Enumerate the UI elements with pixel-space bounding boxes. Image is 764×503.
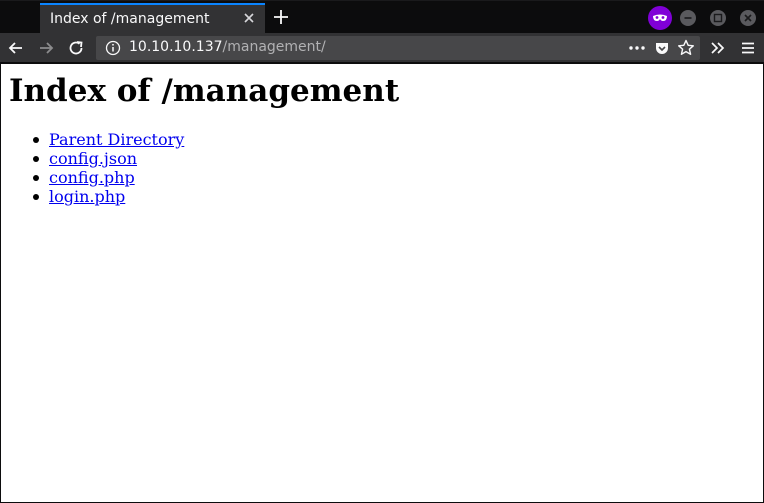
config-json-link[interactable]: config.json bbox=[49, 149, 137, 168]
tab-close-icon[interactable] bbox=[241, 10, 257, 26]
parent-directory-link[interactable]: Parent Directory bbox=[49, 130, 184, 149]
url-path: /management/ bbox=[222, 39, 326, 55]
bookmark-star-icon[interactable] bbox=[676, 38, 696, 58]
private-browsing-icon bbox=[648, 6, 672, 30]
maximize-window-button[interactable] bbox=[710, 10, 726, 26]
url-host: 10.10.10.137 bbox=[129, 39, 223, 55]
config-php-link[interactable]: config.php bbox=[49, 168, 135, 187]
tab-strip: Index of /management bbox=[0, 0, 764, 34]
page-heading: Index of /management bbox=[9, 73, 400, 109]
list-item: Parent Directory bbox=[32, 130, 184, 149]
list-item: config.php bbox=[32, 168, 184, 187]
new-tab-button[interactable] bbox=[270, 6, 292, 28]
url-bar[interactable]: 10.10.10.137/management/ bbox=[96, 36, 700, 60]
page-actions-icon[interactable] bbox=[626, 38, 648, 58]
info-icon[interactable] bbox=[104, 39, 122, 57]
active-tab[interactable]: Index of /management bbox=[40, 3, 265, 34]
plus-icon bbox=[274, 10, 288, 24]
forward-arrow-icon[interactable] bbox=[36, 38, 56, 58]
back-arrow-icon[interactable] bbox=[6, 38, 26, 58]
minimize-window-button[interactable] bbox=[680, 10, 696, 26]
overflow-chevron-icon[interactable] bbox=[708, 38, 728, 58]
pocket-icon[interactable] bbox=[653, 39, 671, 57]
close-window-button[interactable] bbox=[740, 10, 756, 26]
page-content: Index of /management Parent Directory co… bbox=[1, 64, 763, 502]
directory-listing: Parent Directory config.json config.php … bbox=[32, 130, 184, 206]
navigation-toolbar: 10.10.10.137/management/ bbox=[0, 33, 764, 63]
reload-icon[interactable] bbox=[66, 38, 86, 58]
login-php-link[interactable]: login.php bbox=[49, 187, 125, 206]
list-item: login.php bbox=[32, 187, 184, 206]
url-text[interactable]: 10.10.10.137/management/ bbox=[129, 39, 326, 55]
list-item: config.json bbox=[32, 149, 184, 168]
tab-title: Index of /management bbox=[50, 11, 210, 27]
hamburger-menu-icon[interactable] bbox=[738, 38, 758, 58]
